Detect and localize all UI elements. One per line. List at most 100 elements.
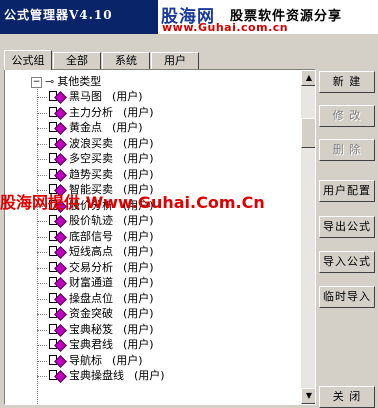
tree-item[interactable]: 波浪买卖 (用户) <box>37 136 154 152</box>
tree-item-name: 操盘点位 <box>69 291 113 305</box>
tree-item-name: 黄金点 <box>69 121 102 134</box>
tree-item-tag: (用户) <box>112 90 143 103</box>
tree-item[interactable]: 财富通道 (用户) <box>37 275 154 291</box>
tree-connector <box>37 84 38 404</box>
formula-icon <box>49 106 67 120</box>
tree-item[interactable]: 多空买卖 (用户) <box>37 151 154 167</box>
formula-icon <box>49 261 67 275</box>
formula-icon <box>49 354 67 368</box>
tree-item-tag: (用户) <box>123 338 154 351</box>
tree-item-name: 宝典秘笈 <box>69 322 113 336</box>
new-button[interactable]: 新 建 <box>319 71 375 93</box>
tree-group-label: 其他类型 <box>57 75 102 88</box>
tree-item-tag: (用户) <box>123 322 154 336</box>
formula-icon <box>49 338 67 352</box>
tree-branch-line <box>37 314 47 315</box>
tree-branch-line <box>37 236 47 238</box>
tree-item[interactable]: 主力分析 (用户) <box>37 105 154 121</box>
watermark: 股海网提供 Www.Guhai.Com.Cn <box>0 193 265 212</box>
tree-branch-line <box>37 376 47 377</box>
import-formula-button[interactable]: 导入公式 <box>319 251 375 273</box>
title-bar: 公式管理器V4.10 股海网 股票软件资源分享 www.Guhai.com.cn <box>0 0 378 34</box>
tree-item-name: 短线高点 <box>69 245 113 258</box>
tree-item-tag: (用户) <box>123 276 154 289</box>
tree-item-tag: (用户) <box>123 291 154 305</box>
tree-item[interactable]: 黑马图 (用户) <box>37 89 143 105</box>
tree-branch-line <box>37 283 47 284</box>
scroll-thumb[interactable] <box>301 118 315 148</box>
tree-branch-line <box>37 128 47 129</box>
tree-item-name: 资金突破 <box>69 307 113 320</box>
tree-item-tag: (用户) <box>123 307 154 320</box>
scroll-up-icon[interactable]: ▲ <box>301 70 315 86</box>
tab-system[interactable]: 系统 <box>102 52 150 69</box>
formula-tree[interactable]: − ⊸ 其他类型 黑马图 (用户) 主力分析 (用户) 黄金点 (用户) 波浪买卖 (用户) 多空买… <box>4 69 316 405</box>
tree-branch-line <box>37 329 47 331</box>
tree-branch-line <box>37 360 47 362</box>
tab-formula-group[interactable]: 公式组 <box>4 50 52 70</box>
tree-item-tag: (用户) <box>123 167 154 181</box>
tree-item-tag: (用户) <box>123 260 154 274</box>
tab-user[interactable]: 用户 <box>151 52 199 69</box>
export-formula-button[interactable]: 导出公式 <box>319 216 375 238</box>
tree-item-name: 波浪买卖 <box>69 136 113 150</box>
tree-item[interactable]: 底部信号 (用户) <box>37 229 154 245</box>
tree-item[interactable]: 趋势买卖 (用户) <box>37 167 154 183</box>
tree-item-tag: (用户) <box>123 152 154 165</box>
tree-group-row[interactable]: − ⊸ 其他类型 <box>31 74 101 90</box>
tree-item-name: 财富通道 <box>69 276 113 289</box>
tree-branch-line <box>37 97 47 98</box>
tree-item[interactable]: 短线高点 (用户) <box>37 244 154 260</box>
tree-item[interactable]: 操盘点位 (用户) <box>37 291 154 307</box>
scroll-down-icon[interactable]: ▼ <box>301 388 315 404</box>
tree-item-name: 趋势买卖 <box>69 167 113 181</box>
tree-item-name: 宝典君线 <box>69 338 113 351</box>
banner-url: www.Guhai.com.cn <box>162 21 289 34</box>
formula-icon <box>49 152 67 166</box>
tree-item[interactable]: 资金突破 (用户) <box>37 306 154 322</box>
tree-item-tag: (用户) <box>123 105 154 119</box>
formula-icon <box>49 121 67 135</box>
tree-branch-line <box>37 267 47 269</box>
key-icon: ⊸ <box>45 75 55 88</box>
tree-item[interactable]: 交易分析 (用户) <box>37 260 154 276</box>
vertical-scrollbar[interactable]: ▲ ▼ <box>301 70 315 404</box>
formula-icon <box>49 292 67 306</box>
tree-item-name: 主力分析 <box>69 105 113 119</box>
formula-icon <box>49 276 67 290</box>
tree-item[interactable]: 导航标 (用户) <box>37 353 143 369</box>
tree-branch-line <box>37 143 47 145</box>
tree-branch-line <box>37 221 47 222</box>
tree-branch-line <box>37 112 47 114</box>
tree-item-tag: (用户) <box>123 136 154 150</box>
tree-item-name: 黑马图 <box>69 90 102 103</box>
window-title: 公式管理器V4.10 <box>4 8 113 22</box>
formula-icon <box>49 137 67 151</box>
tree-item-name: 多空买卖 <box>69 152 113 165</box>
collapse-icon[interactable]: − <box>31 76 42 88</box>
formula-icon <box>49 168 67 182</box>
banner: 股海网 股票软件资源分享 www.Guhai.com.cn <box>158 0 378 34</box>
formula-icon <box>49 323 67 337</box>
tree-item-name: 导航标 <box>69 353 102 367</box>
tree-branch-line <box>37 159 47 160</box>
tree-item-tag: (用户) <box>112 121 143 134</box>
tree-branch-line <box>37 298 47 300</box>
tree-item[interactable]: 宝典操盘线 (用户) <box>37 368 165 384</box>
tab-all[interactable]: 全部 <box>53 52 101 69</box>
tree-item[interactable]: 宝典君线 (用户) <box>37 337 154 353</box>
tree-item-tag: (用户) <box>123 229 154 243</box>
tree-item-tag: (用户) <box>134 369 165 382</box>
tree-item[interactable]: 宝典秘笈 (用户) <box>37 322 154 338</box>
tree-item[interactable]: 黄金点 (用户) <box>37 120 143 136</box>
delete-button[interactable]: 删 除 <box>319 139 375 161</box>
temp-import-button[interactable]: 临时导入 <box>319 286 375 308</box>
tree-item-name: 底部信号 <box>69 229 113 243</box>
formula-icon <box>49 90 67 104</box>
tree-branch-line <box>37 252 47 253</box>
formula-icon <box>49 214 67 228</box>
edit-button[interactable]: 修 改 <box>319 105 375 127</box>
tree-item-name: 宝典操盘线 <box>69 369 124 382</box>
formula-icon <box>49 245 67 259</box>
tree-branch-line <box>37 174 47 176</box>
